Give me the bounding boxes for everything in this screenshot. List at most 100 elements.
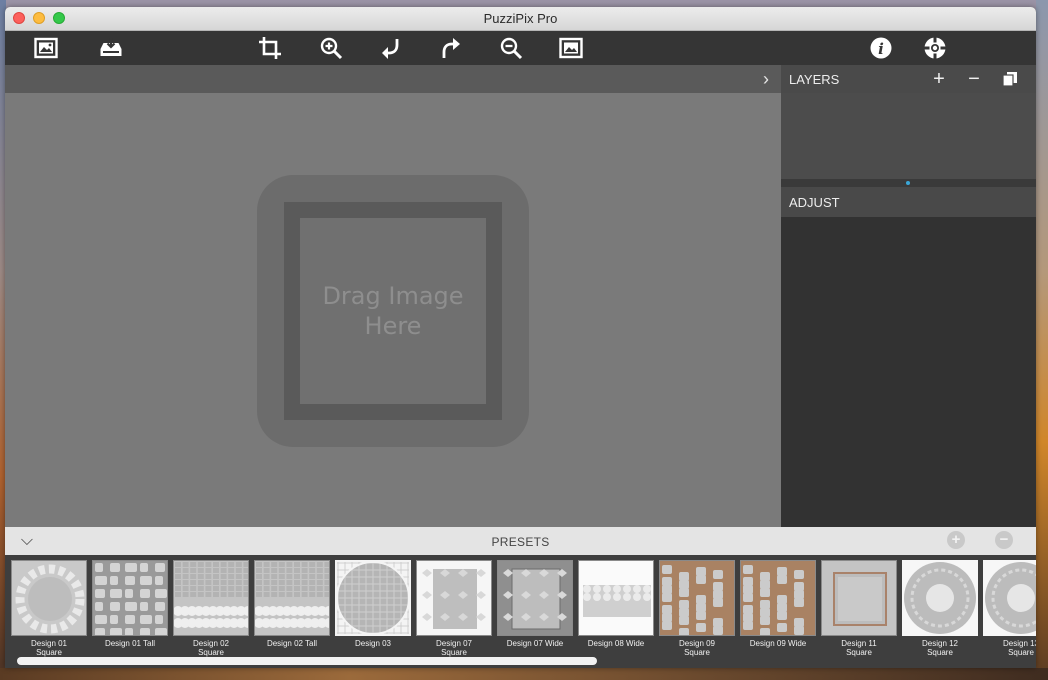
- layers-label: LAYERS: [789, 72, 840, 87]
- drop-area: Drag Image Here: [300, 218, 486, 404]
- preset-label-line2: Square: [1008, 648, 1034, 657]
- export-button[interactable]: [96, 33, 126, 63]
- preset-item[interactable]: Design 01 Square: [11, 560, 87, 657]
- zoom-in-button[interactable]: [316, 33, 346, 63]
- preset-label: Design 07 Wide: [491, 639, 579, 648]
- fit-image-button[interactable]: [556, 33, 586, 63]
- preset-label-line1: Design 03: [354, 639, 392, 648]
- remove-preset-button[interactable]: −: [995, 531, 1013, 549]
- preset-thumbnail: [821, 560, 897, 636]
- open-image-button[interactable]: [31, 33, 61, 63]
- preset-item[interactable]: Design 09 Square: [659, 560, 735, 657]
- preset-label-line1: Design 01 Tall: [104, 639, 156, 648]
- panel-splitter[interactable]: [781, 179, 1036, 187]
- preset-thumbnail: [416, 560, 492, 636]
- preset-item[interactable]: Design 07 Wide: [497, 560, 573, 654]
- preset-label-line1: Design 09 Wide: [749, 639, 807, 648]
- preset-label-line1: Design 12: [921, 639, 959, 648]
- preset-item[interactable]: Design 09 Wide: [740, 560, 816, 654]
- preset-label-line2: Square: [198, 648, 224, 657]
- adjust-label: ADJUST: [789, 195, 840, 210]
- presets-strip: Design 01 Square Design 01 Tall Design 02 Sq…: [5, 555, 1036, 668]
- preset-label-line1: Design 02 Tall: [266, 639, 318, 648]
- fit-image-icon: [559, 37, 583, 59]
- crop-button[interactable]: [255, 33, 285, 63]
- preset-label: Design 02 Tall: [248, 639, 336, 648]
- preset-label: Design 02 Square: [167, 639, 255, 657]
- preset-label-line1: Design 07: [435, 639, 473, 648]
- app-window: PuzziPix Pro i › Drag Image Here LAYERS …: [5, 7, 1036, 668]
- preset-label: Design 07 Square: [410, 639, 498, 657]
- image-canvas[interactable]: › Drag Image Here: [5, 65, 781, 527]
- preset-item[interactable]: Design 03: [335, 560, 411, 654]
- undo-button[interactable]: [376, 33, 406, 63]
- remove-layer-icon[interactable]: −: [964, 69, 984, 89]
- presets-title: PRESETS: [491, 535, 550, 549]
- preset-label: Design 11 Square: [815, 639, 903, 657]
- preset-label: Design 09 Square: [653, 639, 741, 657]
- add-preset-button[interactable]: +: [947, 531, 965, 549]
- preset-thumbnail: [335, 560, 411, 636]
- preset-label-line2: Square: [846, 648, 872, 657]
- preset-label: Design 03: [329, 639, 417, 648]
- preset-label-line1: Design 01: [30, 639, 68, 648]
- preset-thumbnail: [254, 560, 330, 636]
- window-title: PuzziPix Pro: [483, 11, 558, 26]
- add-layer-icon[interactable]: +: [929, 69, 949, 89]
- redo-icon: [442, 38, 460, 58]
- undo-icon: [382, 39, 399, 59]
- drop-instruction: Drag Image Here: [318, 281, 468, 341]
- preset-thumbnail: [173, 560, 249, 636]
- preset-label: Design 12 Square: [896, 639, 984, 657]
- image-drop-zone[interactable]: Drag Image Here: [257, 175, 529, 447]
- title-bar: PuzziPix Pro: [5, 7, 1036, 31]
- preset-item[interactable]: Design 08 Wide: [578, 560, 654, 654]
- preset-item[interactable]: Design 02 Square: [173, 560, 249, 657]
- preset-label: Design 01 Square: [5, 639, 93, 657]
- preset-thumbnail: [11, 560, 87, 636]
- preset-label-line1: Design 07 Wide: [506, 639, 564, 648]
- preset-thumbnail: [659, 560, 735, 636]
- preset-label: Design 08 Wide: [572, 639, 660, 648]
- preset-thumbnail: [983, 560, 1036, 636]
- support-icon: [924, 37, 946, 59]
- zoom-out-button[interactable]: [496, 33, 526, 63]
- chevron-right-icon[interactable]: ›: [757, 69, 775, 89]
- preset-item[interactable]: Design 13 Square: [983, 560, 1036, 657]
- support-button[interactable]: [920, 33, 950, 63]
- preset-label: Design 01 Tall: [86, 639, 174, 648]
- preset-item[interactable]: Design 12 Square: [902, 560, 978, 657]
- preset-item[interactable]: Design 02 Tall: [254, 560, 330, 654]
- export-tray-icon: [100, 38, 122, 56]
- preset-item[interactable]: Design 07 Square: [416, 560, 492, 657]
- preset-label-line2: Square: [36, 648, 62, 657]
- zoom-in-icon: [320, 37, 343, 60]
- layers-list[interactable]: [781, 93, 1036, 179]
- preset-thumbnail: [92, 560, 168, 636]
- preset-label: Design 13 Square: [977, 639, 1036, 657]
- preset-thumbnail: [578, 560, 654, 636]
- info-button[interactable]: i: [866, 33, 896, 63]
- duplicate-icon: [1002, 72, 1017, 87]
- toolbar: i: [5, 31, 1036, 65]
- drop-text-line2: Here: [364, 312, 422, 340]
- preset-label: Design 09 Wide: [734, 639, 822, 648]
- redo-button[interactable]: [436, 33, 466, 63]
- drop-frame: Drag Image Here: [284, 202, 502, 420]
- preset-label-line1: Design 09: [678, 639, 716, 648]
- preset-label-line1: Design 13: [1002, 639, 1036, 648]
- splitter-handle: [906, 181, 910, 185]
- preset-thumbnail: [902, 560, 978, 636]
- duplicate-layer-button[interactable]: [1000, 69, 1020, 89]
- layers-header: LAYERS + −: [781, 65, 1036, 93]
- preset-thumbnail: [740, 560, 816, 636]
- preset-item[interactable]: Design 11 Square: [821, 560, 897, 657]
- desktop-background-right: [1036, 0, 1048, 680]
- image-frame-icon: [34, 37, 58, 59]
- crop-icon: [259, 37, 281, 59]
- preset-item[interactable]: Design 01 Tall: [92, 560, 168, 654]
- sidebar: LAYERS + − ADJUST: [781, 65, 1036, 527]
- preset-label-line1: Design 02: [192, 639, 230, 648]
- preset-label-line2: Square: [441, 648, 467, 657]
- presets-scrollbar[interactable]: [17, 657, 597, 665]
